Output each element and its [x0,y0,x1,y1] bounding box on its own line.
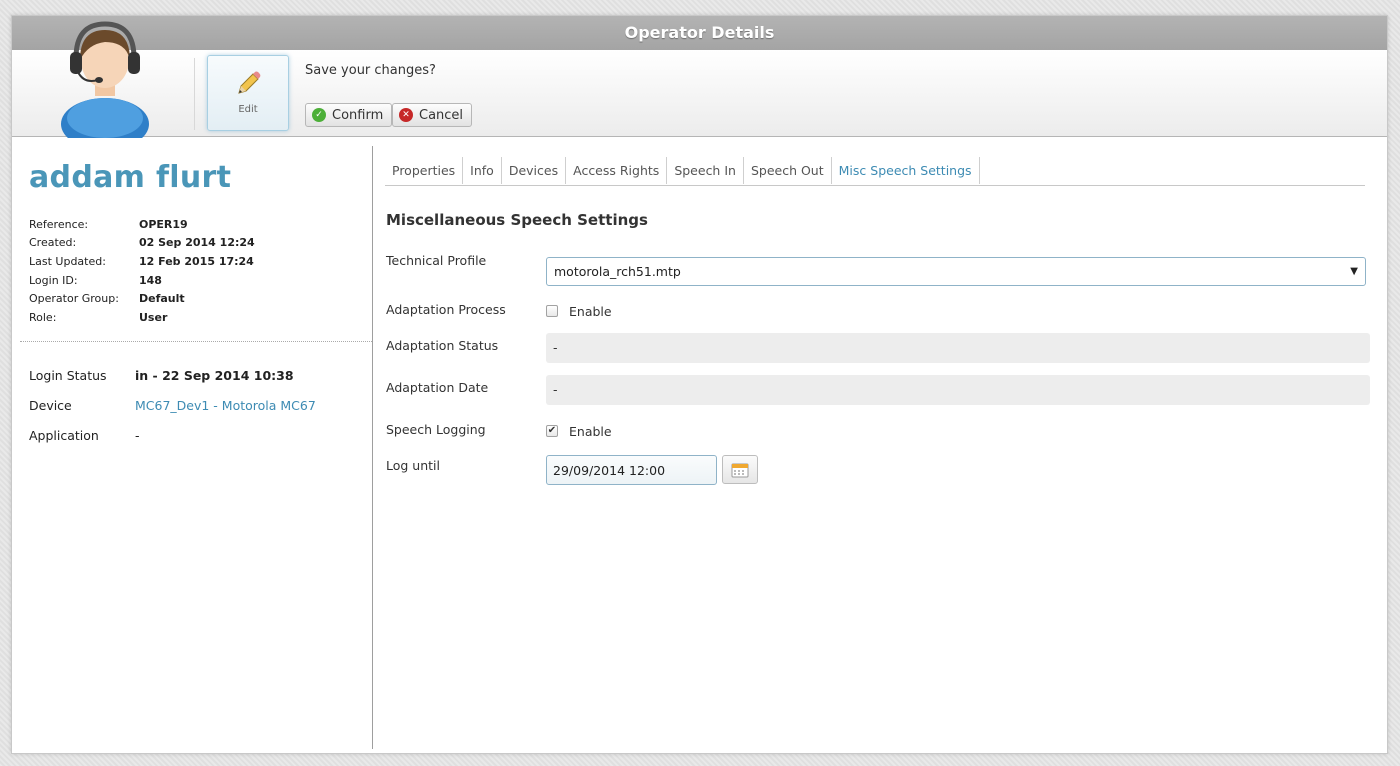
toolbar: Edit Save your changes? ✓ Confirm ✕ Canc… [12,21,1387,138]
meta-key: Login ID: [29,273,78,287]
meta-value: User [139,310,168,324]
check-circle-icon: ✓ [312,108,326,122]
tab-access-rights[interactable]: Access Rights [566,157,668,184]
meta-value: Default [139,292,185,306]
technical-profile-value: motorola_rch51.mtp [554,264,681,279]
adaptation-process-checkbox[interactable] [546,305,558,317]
meta-value: 02 Sep 2014 12:24 [139,236,255,250]
meta-key: Operator Group: [29,292,119,306]
adaptation-process-enable-label: Enable [569,304,612,319]
meta-key: Reference: [29,217,89,231]
device-link[interactable]: MC67_Dev1 - Motorola MC67 [135,398,316,413]
meta-row-role: Role: User [29,308,255,327]
meta-row-created: Created: 02 Sep 2014 12:24 [29,234,255,253]
edit-button-label: Edit [238,104,258,115]
adaptation-process-label: Adaptation Process [386,302,506,317]
tab-devices[interactable]: Devices [502,157,567,184]
speech-logging-checkbox[interactable]: ✔ [546,425,558,437]
meta-row-login-id: Login ID: 148 [29,271,255,290]
login-status-label: Login Status [29,367,107,383]
tab-info[interactable]: Info [463,157,502,184]
tab-speech-in[interactable]: Speech In [667,157,744,184]
operator-meta: Reference: OPER19 Created: 02 Sep 2014 12:… [29,215,255,327]
calendar-icon [731,463,749,477]
adaptation-status-label: Adaptation Status [386,338,499,353]
confirm-button[interactable]: ✓ Confirm [305,103,393,127]
confirm-button-label: Confirm [332,107,384,123]
log-until-label: Log until [386,458,440,473]
technical-profile-label: Technical Profile [386,253,487,268]
operator-details-window: Operator Details Edit Save your changes? [11,15,1388,754]
log-until-input[interactable] [546,455,717,485]
window-title: Operator Details [12,16,1387,50]
login-status-value: in - 22 Sep 2014 10:38 [135,367,294,383]
panel-separator [372,146,373,749]
pencil-icon [238,71,261,94]
toolbar-separator [194,58,195,130]
adaptation-status-value: - [546,333,1370,363]
adaptation-date-label: Adaptation Date [386,380,489,395]
login-status-row: Login Status in - 22 Sep 2014 10:38 [29,360,316,390]
meta-value: OPER19 [139,217,188,231]
technical-profile-select[interactable]: motorola_rch51.mtp ▼ [546,257,1366,286]
device-row: Device MC67_Dev1 - Motorola MC67 [29,390,316,420]
device-label: Device [29,397,72,413]
save-prompt: Save your changes? [305,63,436,78]
cancel-button-label: Cancel [419,107,464,123]
speech-logging-label: Speech Logging [386,422,486,437]
application-label: Application [29,427,99,443]
tab-properties[interactable]: Properties [385,157,464,184]
tab-speech-out[interactable]: Speech Out [744,157,832,184]
operator-avatar-icon [61,21,149,138]
x-circle-icon: ✕ [399,108,413,122]
tab-bar: Properties Info Devices Access Rights Sp… [385,157,1365,186]
adaptation-date-value: - [546,375,1370,405]
meta-key: Created: [29,236,77,250]
cancel-button[interactable]: ✕ Cancel [392,103,473,127]
summary-divider [20,341,372,342]
section-title: Miscellaneous Speech Settings [386,211,648,229]
meta-row-last-updated: Last Updated: 12 Feb 2015 17:24 [29,252,255,271]
calendar-button[interactable] [722,455,758,484]
meta-key: Last Updated: [29,254,106,268]
operator-summary-panel: addam flurt Reference: OPER19 Created: 02 … [12,138,372,754]
application-value: - [135,427,140,443]
speech-logging-enable-label: Enable [569,424,612,439]
tab-misc-speech-settings[interactable]: Misc Speech Settings [832,157,980,184]
meta-value: 148 [139,273,162,287]
meta-key: Role: [29,310,57,324]
meta-row-reference: Reference: OPER19 [29,215,255,234]
operator-name: addam flurt [29,160,232,195]
operator-status: Login Status in - 22 Sep 2014 10:38 Devi… [29,360,316,450]
meta-value: 12 Feb 2015 17:24 [139,254,254,268]
meta-row-operator-group: Operator Group: Default [29,289,255,308]
edit-button[interactable]: Edit [207,55,289,131]
application-row: Application - [29,420,316,450]
caret-down-icon: ▼ [1350,266,1358,277]
